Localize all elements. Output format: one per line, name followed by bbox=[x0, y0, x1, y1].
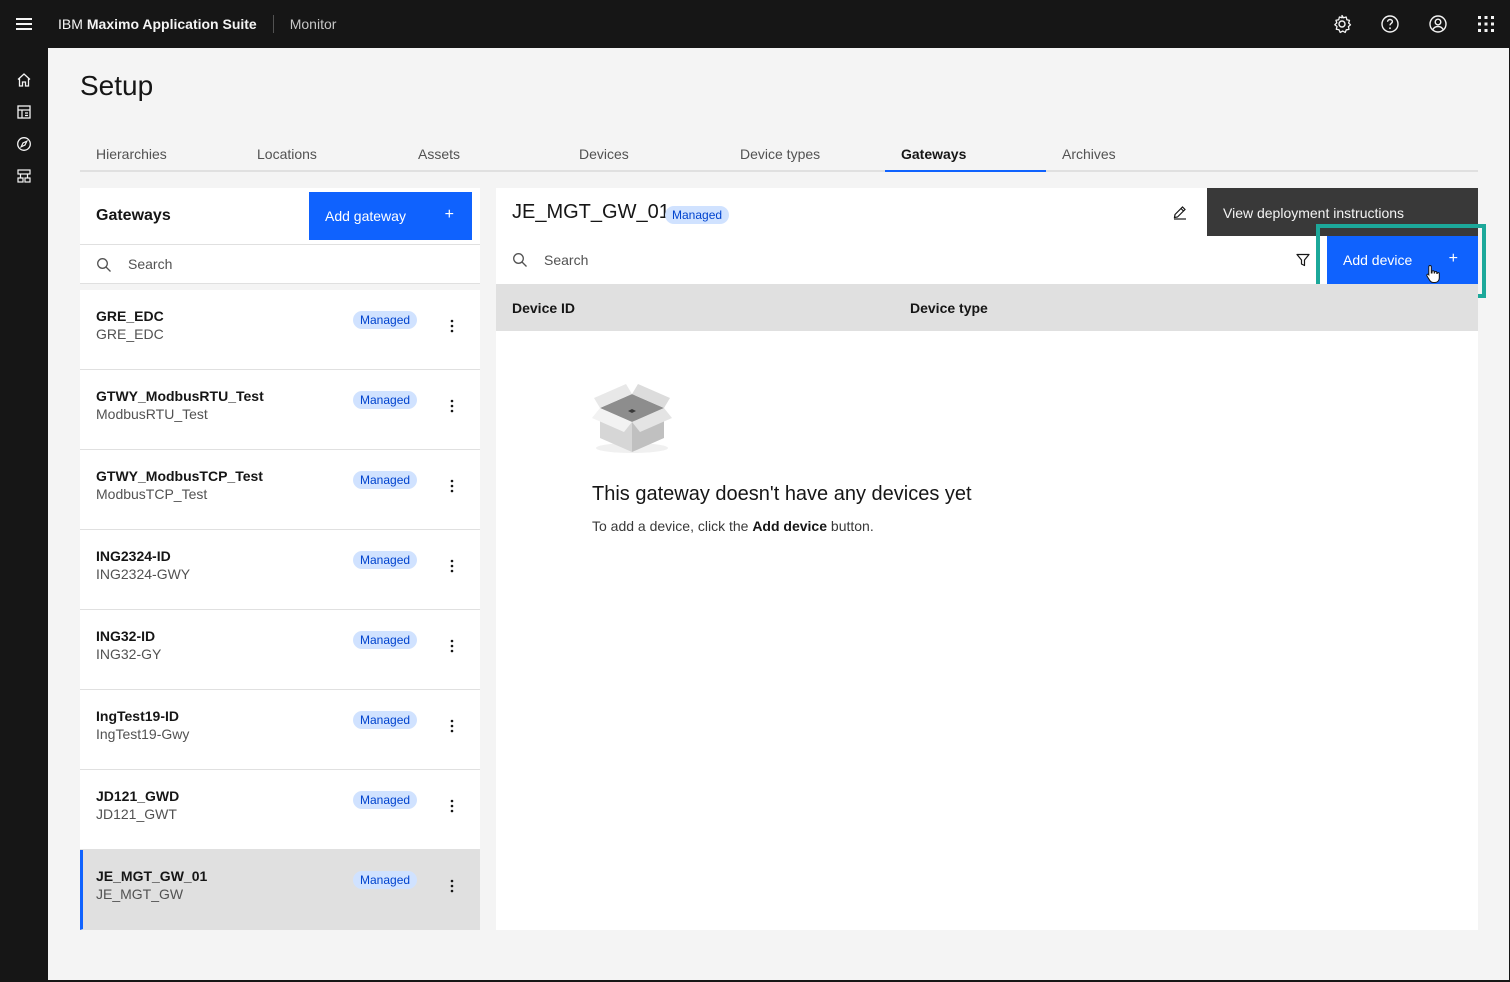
gateways-panel: Gateways Add gateway + GRE_EDC GRE_EDC M… bbox=[80, 188, 480, 930]
search-icon bbox=[96, 257, 112, 278]
gateway-search bbox=[80, 244, 480, 284]
gateway-subtitle: IngTest19-Gwy bbox=[96, 726, 190, 742]
overflow-menu-icon[interactable] bbox=[440, 876, 464, 896]
gateways-panel-header: Gateways Add gateway + bbox=[80, 188, 480, 244]
gateway-subtitle: ING2324-GWY bbox=[96, 566, 191, 582]
gateway-list-item-selected[interactable]: JE_MGT_GW_01 JE_MGT_GW Managed bbox=[80, 850, 480, 930]
plus-icon: + bbox=[444, 206, 454, 223]
side-rail bbox=[0, 48, 48, 982]
add-device-label: Add device bbox=[1343, 252, 1413, 268]
device-search-input[interactable] bbox=[496, 237, 1326, 283]
status-badge: Managed bbox=[353, 631, 418, 649]
gateway-list-item[interactable]: ING32-ID ING32-GY Managed bbox=[80, 610, 480, 690]
device-table-header: Device ID Device type bbox=[496, 284, 1478, 331]
gateway-name: GTWY_ModbusTCP_Test bbox=[96, 468, 263, 484]
filter-icon[interactable] bbox=[1295, 252, 1313, 270]
tab-devices[interactable]: Devices bbox=[563, 140, 724, 172]
brand-ibm: IBM bbox=[58, 16, 83, 32]
tab-archives[interactable]: Archives bbox=[1046, 140, 1207, 172]
plus-icon: + bbox=[1448, 250, 1458, 267]
tab-locations[interactable]: Locations bbox=[241, 140, 402, 172]
gateways-panel-title: Gateways bbox=[96, 207, 171, 224]
status-badge: Managed bbox=[353, 711, 418, 729]
gateway-detail-panel: JE_MGT_GW_01 Managed View deployment ins… bbox=[496, 188, 1486, 930]
app-name: Monitor bbox=[289, 16, 337, 32]
gateway-list-item[interactable]: GTWY_ModbusRTU_Test ModbusRTU_Test Manag… bbox=[80, 370, 480, 450]
empty-state-title: This gateway doesn't have any devices ye… bbox=[592, 483, 972, 505]
empty-state-text-pre: To add a device, click the bbox=[592, 518, 753, 534]
menu-icon[interactable] bbox=[0, 0, 48, 48]
page-title: Setup bbox=[80, 70, 154, 101]
help-icon[interactable] bbox=[1366, 0, 1414, 48]
status-badge: Managed bbox=[353, 871, 418, 889]
search-icon bbox=[512, 252, 528, 273]
header-actions bbox=[1318, 0, 1510, 48]
gateway-name: ING2324-ID bbox=[96, 548, 171, 564]
gateway-subtitle: GRE_EDC bbox=[96, 326, 164, 342]
empty-state-text-post: button. bbox=[827, 518, 874, 534]
column-header-device-type[interactable]: Device type bbox=[910, 300, 988, 316]
gateway-list-item[interactable]: GTWY_ModbusTCP_Test ModbusTCP_Test Manag… bbox=[80, 450, 480, 530]
status-badge: Managed bbox=[665, 206, 730, 224]
gateway-name: IngTest19-ID bbox=[96, 708, 179, 724]
gateway-subtitle: ModbusTCP_Test bbox=[96, 486, 208, 502]
gateway-subtitle: ING32-GY bbox=[96, 646, 162, 662]
tab-device-types[interactable]: Device types bbox=[724, 140, 885, 172]
status-badge: Managed bbox=[353, 391, 418, 409]
gateway-name: GRE_EDC bbox=[96, 308, 164, 324]
add-device-button[interactable]: Add device + bbox=[1327, 236, 1478, 284]
overflow-menu-icon[interactable] bbox=[440, 396, 464, 416]
gateway-detail-title: JE_MGT_GW_01 bbox=[512, 201, 670, 223]
overflow-menu-icon[interactable] bbox=[440, 796, 464, 816]
overflow-menu-icon[interactable] bbox=[440, 316, 464, 336]
edit-icon[interactable] bbox=[1172, 204, 1192, 224]
compass-icon[interactable] bbox=[0, 128, 48, 160]
status-badge: Managed bbox=[353, 311, 418, 329]
empty-box-icon bbox=[592, 382, 672, 461]
add-gateway-label: Add gateway bbox=[325, 208, 406, 224]
status-badge: Managed bbox=[353, 791, 418, 809]
gateway-search-input[interactable] bbox=[80, 245, 480, 283]
hierarchy-icon[interactable] bbox=[0, 160, 48, 192]
gateway-name: JD121_GWD bbox=[96, 788, 180, 804]
brand-product: Maximo Application Suite bbox=[86, 16, 257, 32]
column-header-device-id[interactable]: Device ID bbox=[512, 300, 575, 316]
app-switcher-icon[interactable] bbox=[1462, 0, 1510, 48]
gateway-list-item[interactable]: JD121_GWD JD121_GWT Managed bbox=[80, 770, 480, 850]
gateway-name: JE_MGT_GW_01 bbox=[96, 868, 208, 884]
overflow-menu-icon[interactable] bbox=[440, 636, 464, 656]
overflow-menu-icon[interactable] bbox=[440, 716, 464, 736]
overflow-menu-icon[interactable] bbox=[440, 476, 464, 496]
gear-icon[interactable] bbox=[1318, 0, 1366, 48]
empty-state-text-bold: Add device bbox=[752, 518, 828, 534]
tab-assets[interactable]: Assets bbox=[402, 140, 563, 172]
gateway-list-item[interactable]: ING2324-ID ING2324-GWY Managed bbox=[80, 530, 480, 610]
top-header: IBM Maximo Application Suite Monitor bbox=[0, 0, 1510, 48]
setup-tabs: Hierarchies Locations Assets Devices Dev… bbox=[80, 140, 1478, 172]
main-content: Setup Hierarchies Locations Assets Devic… bbox=[48, 48, 1509, 980]
home-icon[interactable] bbox=[0, 64, 48, 96]
status-badge: Managed bbox=[353, 471, 418, 489]
gateway-list-item[interactable]: IngTest19-ID IngTest19-Gwy Managed bbox=[80, 690, 480, 770]
overflow-menu-icon[interactable] bbox=[440, 556, 464, 576]
dashboard-icon[interactable] bbox=[0, 96, 48, 128]
gateway-name: ING32-ID bbox=[96, 628, 156, 644]
tab-hierarchies[interactable]: Hierarchies bbox=[80, 140, 241, 172]
device-search bbox=[496, 236, 1326, 284]
gateway-list: GRE_EDC GRE_EDC Managed GTWY_ModbusRTU_T… bbox=[80, 290, 480, 930]
gateway-list-item[interactable]: GRE_EDC GRE_EDC Managed bbox=[80, 290, 480, 370]
gateway-subtitle: ModbusRTU_Test bbox=[96, 406, 208, 422]
user-avatar-icon[interactable] bbox=[1414, 0, 1462, 48]
status-badge: Managed bbox=[353, 551, 418, 569]
gateway-subtitle: JE_MGT_GW bbox=[96, 886, 184, 902]
tab-gateways[interactable]: Gateways bbox=[885, 140, 1046, 172]
gateway-subtitle: JD121_GWT bbox=[96, 806, 177, 822]
empty-state-text: To add a device, click the Add device bu… bbox=[592, 518, 874, 534]
brand-name[interactable]: IBM Maximo Application Suite bbox=[48, 0, 273, 48]
add-gateway-button[interactable]: Add gateway + bbox=[309, 192, 472, 240]
gateway-name: GTWY_ModbusRTU_Test bbox=[96, 388, 264, 404]
